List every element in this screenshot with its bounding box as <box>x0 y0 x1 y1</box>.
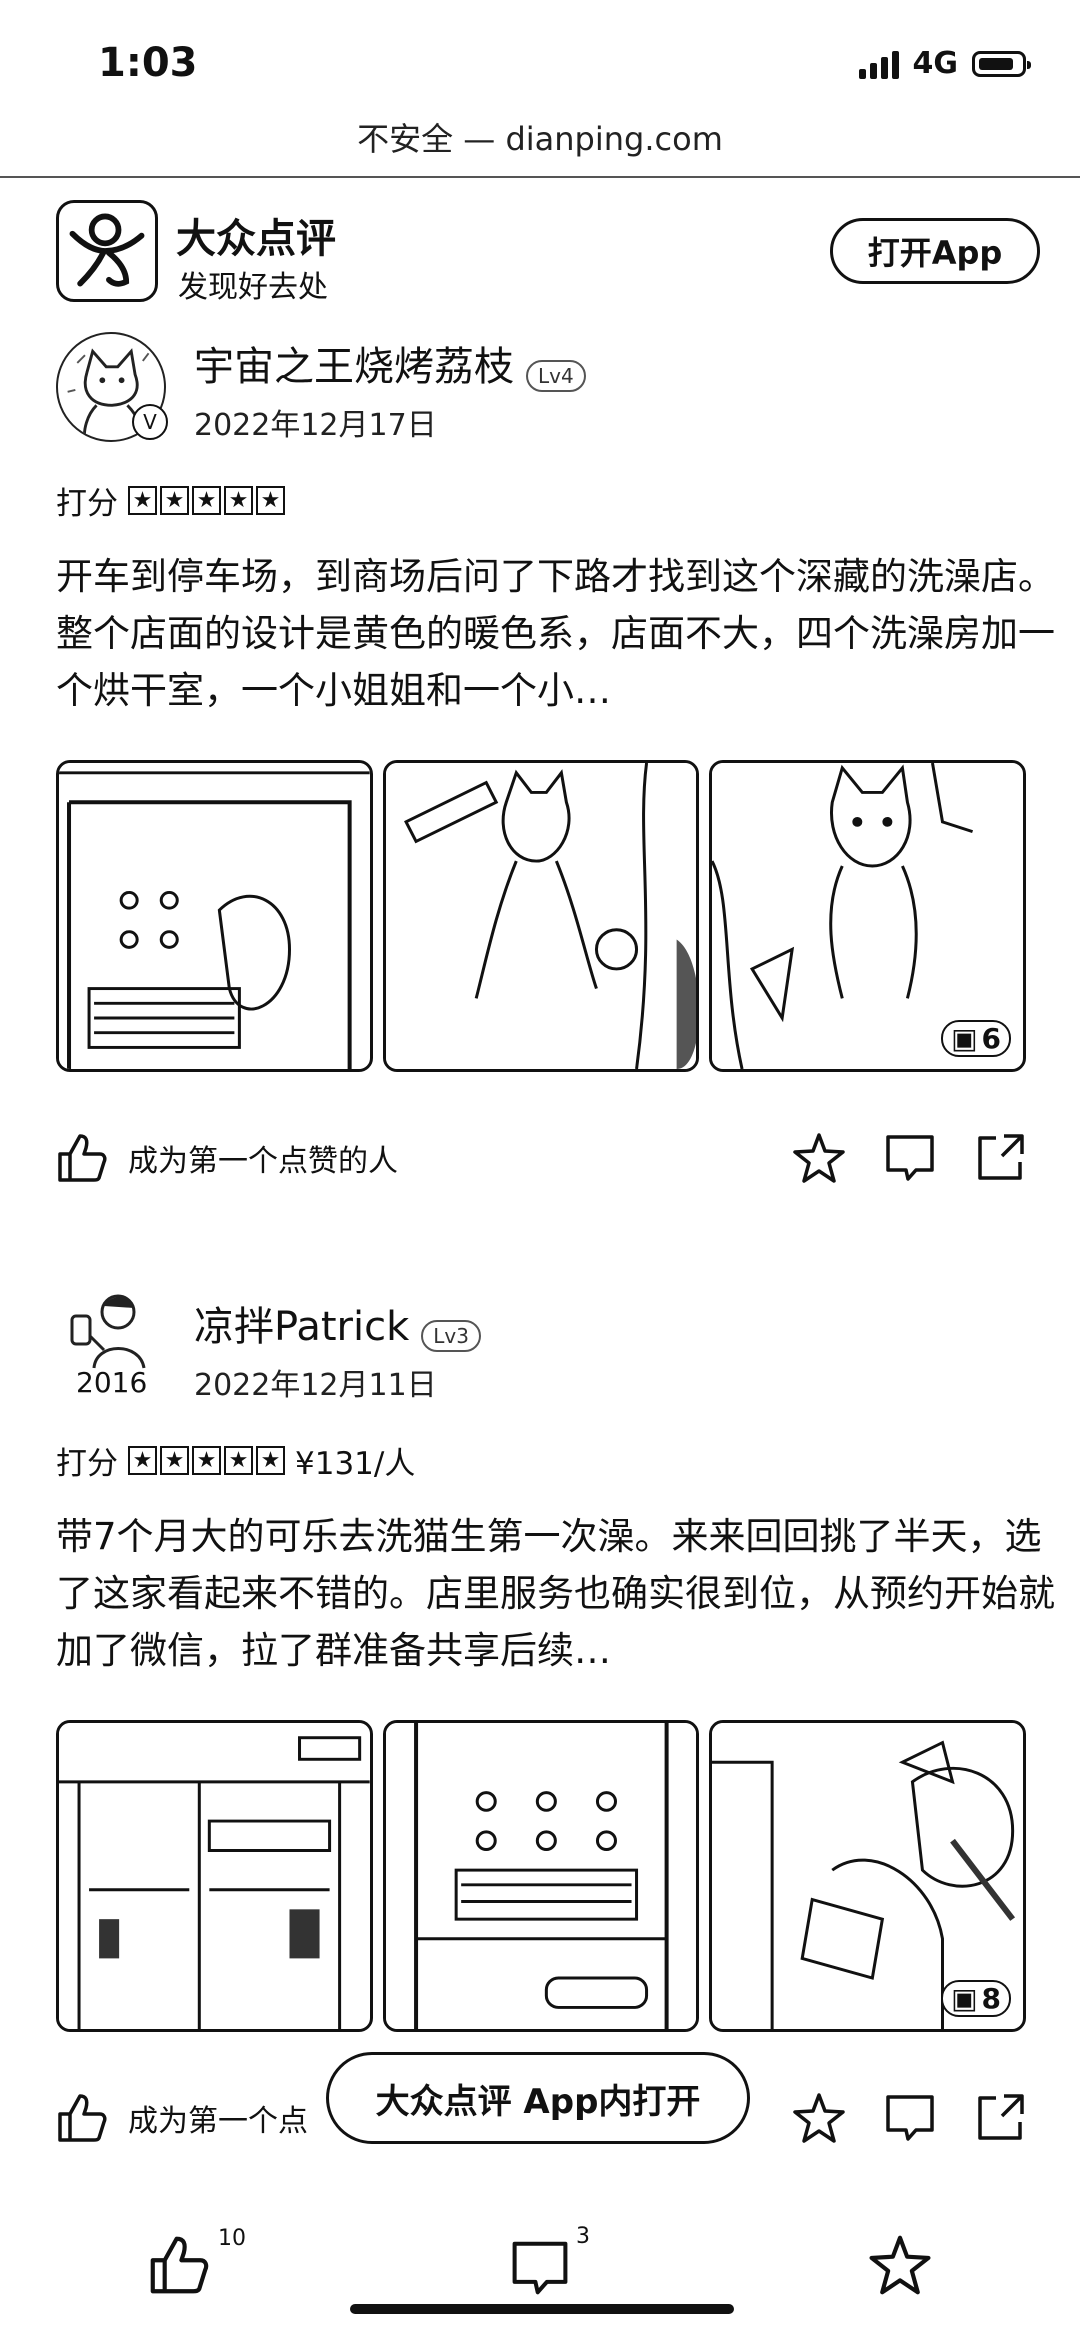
signal-icon <box>858 49 899 79</box>
review-text[interactable]: 带7个月大的可乐去洗猫生第一次澡。来来回回挑了半天，选了这家看起来不错的。店里服… <box>56 1508 1056 1679</box>
rating-row: 打分 ★ ★ ★ ★ ★ ¥131/人 <box>56 1438 415 1483</box>
star-icon[interactable] <box>792 2092 846 2144</box>
review-date: 2022年12月17日 <box>194 408 437 443</box>
verified-icon: V <box>132 404 168 440</box>
photo-count-badge[interactable]: ▣ 8 <box>941 1980 1012 2017</box>
comment-icon[interactable] <box>884 2092 936 2144</box>
star-rating: ★ ★ ★ ★ ★ <box>128 486 285 515</box>
review-text[interactable]: 开车到停车场，到商场后问了下路才找到这个深藏的洗澡店。整个店面的设计是黄色的暖色… <box>56 548 1056 719</box>
thumbs-up-icon[interactable] <box>148 2234 210 2300</box>
status-time: 1:03 <box>98 40 198 86</box>
level-badge: Lv4 <box>526 359 586 392</box>
image-icon: ▣ <box>951 1982 978 2015</box>
star-icon[interactable] <box>792 1132 846 1184</box>
thumbs-up-icon[interactable] <box>56 1132 108 1184</box>
review-actions: 成为第一个点赞的人 <box>56 1132 1026 1184</box>
rating-label: 打分 <box>56 486 118 522</box>
review-photo[interactable] <box>382 760 700 1072</box>
price-per-person: ¥131/人 <box>295 1446 416 1482</box>
network-type: 4G <box>912 46 959 81</box>
review-photos: ▣ 8 <box>56 1720 1027 2032</box>
star-rating: ★ ★ ★ ★ ★ <box>128 1446 285 1475</box>
brand-title: 大众点评 <box>176 216 336 262</box>
image-icon: ▣ <box>951 1022 978 1055</box>
star-icon: ★ <box>160 486 189 515</box>
reviewer-name-row: 宇宙之王烧烤荔枝 Lv4 <box>194 334 586 392</box>
bottom-toolbar: 10 3 <box>0 2208 1080 2337</box>
open-in-app-banner[interactable]: 大众点评 App内打开 <box>326 2052 750 2144</box>
review-photo[interactable] <box>56 1720 373 2032</box>
thumbs-up-icon[interactable] <box>56 2092 108 2144</box>
comment-icon[interactable] <box>510 2238 570 2302</box>
comment-count: 3 <box>576 2224 590 2249</box>
favorite-star-icon[interactable] <box>868 2234 932 2300</box>
review-photo[interactable]: ▣ 6 <box>709 760 1027 1072</box>
battery-icon <box>972 50 1031 77</box>
avatar-caption: 2016 <box>76 1366 148 1399</box>
review-date: 2022年12月11日 <box>194 1368 437 1403</box>
open-app-button[interactable]: 打开App <box>830 218 1040 284</box>
star-icon: ★ <box>160 1446 189 1475</box>
rating-row: 打分 ★ ★ ★ ★ ★ <box>56 478 285 523</box>
rating-label: 打分 <box>56 1446 118 1482</box>
star-icon: ★ <box>192 1446 221 1475</box>
review-photo[interactable]: ▣ 8 <box>709 1720 1027 2032</box>
star-icon: ★ <box>256 1446 285 1475</box>
review-photo[interactable] <box>382 1720 700 2032</box>
comment-icon[interactable] <box>884 1132 936 1184</box>
address-bar[interactable]: 不安全 — dianping.com <box>0 114 1080 160</box>
star-icon: ★ <box>224 1446 253 1475</box>
star-icon: ★ <box>128 486 157 515</box>
dianping-logo-icon <box>56 200 158 302</box>
star-icon: ★ <box>256 486 285 515</box>
photo-count-badge[interactable]: ▣ 6 <box>941 1020 1012 1057</box>
star-icon: ★ <box>224 486 253 515</box>
reviewer-name[interactable]: 宇宙之王烧烤荔枝 <box>194 344 514 390</box>
level-badge: Lv3 <box>421 1319 481 1352</box>
home-indicator[interactable] <box>350 2304 734 2314</box>
like-count: 10 <box>218 2226 246 2251</box>
reviewer-name-row: 凉拌Patrick Lv3 <box>194 1294 481 1352</box>
review-photo[interactable] <box>56 760 373 1072</box>
like-prompt: 成为第一个点赞的人 <box>128 1144 398 1179</box>
photo-count: 6 <box>981 1022 1002 1055</box>
share-icon[interactable] <box>974 1132 1026 1184</box>
star-icon: ★ <box>128 1446 157 1475</box>
divider <box>0 176 1080 178</box>
star-icon: ★ <box>192 486 221 515</box>
review-photos: ▣ 6 <box>56 760 1027 1072</box>
reviewer-name[interactable]: 凉拌Patrick <box>194 1304 409 1350</box>
status-indicators: 4G <box>858 46 1031 81</box>
brand-subtitle: 发现好去处 <box>178 270 328 305</box>
photo-count: 8 <box>981 1982 1002 2015</box>
share-icon[interactable] <box>974 2092 1026 2144</box>
